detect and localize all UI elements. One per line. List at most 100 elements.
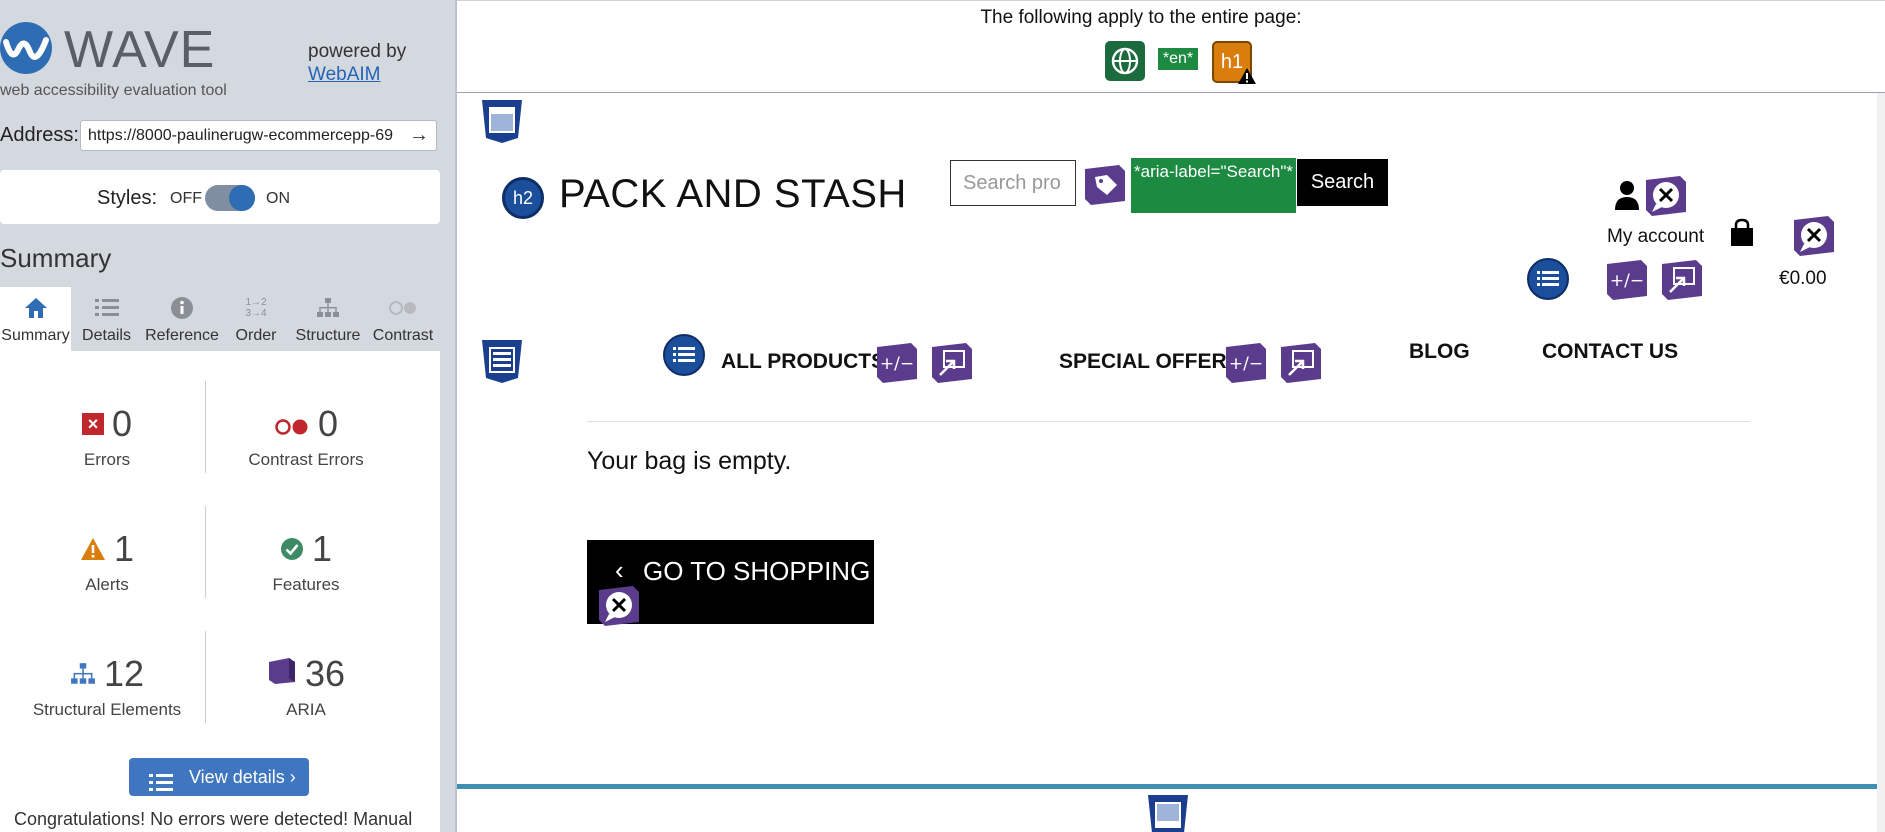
- errors-count: 0: [111, 403, 133, 444]
- congrats-message: Congratulations! No errors were detected…: [14, 809, 413, 829]
- list-landmark-icon[interactable]: [1527, 258, 1569, 300]
- aria-expanded-icon[interactable]: +/−: [875, 341, 919, 385]
- alerts-label: Alerts: [85, 575, 129, 594]
- tab-label: Structure: [295, 327, 361, 344]
- page-preview: The following apply to the entire page: …: [457, 0, 1885, 832]
- search-button[interactable]: Search: [1297, 159, 1388, 206]
- tab-reference[interactable]: Reference: [142, 287, 222, 351]
- structure-icon: [70, 653, 96, 695]
- language-badge[interactable]: *en*: [1158, 48, 1198, 70]
- styles-off-label: OFF: [170, 190, 202, 207]
- aria-icon: [267, 653, 297, 695]
- scrollbar[interactable]: [1877, 93, 1885, 832]
- styles-toggle-card: Styles: OFF ON: [0, 170, 440, 224]
- tab-structure[interactable]: Structure: [290, 287, 366, 351]
- aria-popup-icon[interactable]: [1660, 258, 1704, 302]
- alert-icon: [80, 528, 106, 570]
- h2-badge-icon[interactable]: h2: [502, 177, 544, 219]
- go-to-shopping-button[interactable]: ‹ GO TO SHOPPING: [587, 540, 874, 626]
- feature-check-icon: [280, 528, 304, 570]
- go-to-shopping-label: GO TO SHOPPING: [643, 556, 871, 586]
- view-details-label: View details ›: [189, 767, 296, 787]
- address-input[interactable]: https://8000-paulinerugw-ecommercepp-69: [80, 120, 437, 151]
- chevron-left-icon: ‹: [615, 555, 624, 585]
- nav-blog[interactable]: BLOG: [1409, 340, 1470, 364]
- header-landmark-icon[interactable]: [480, 98, 524, 144]
- svg-text:+/−: +/−: [1229, 354, 1263, 374]
- footer-landmark-icon[interactable]: [1146, 793, 1190, 832]
- structural-count: 12: [103, 653, 145, 694]
- view-details-button[interactable]: View details ›: [129, 758, 309, 796]
- nav-special-offers[interactable]: SPECIAL OFFERS: [1059, 350, 1241, 374]
- page-wide-banner: The following apply to the entire page: …: [457, 0, 1885, 93]
- stat-aria[interactable]: 36 ARIA: [206, 653, 406, 720]
- aria-label-tag-icon[interactable]: [1083, 163, 1127, 207]
- bag-total[interactable]: €0.00: [1779, 268, 1827, 290]
- errors-label: Errors: [83, 450, 131, 469]
- bag-empty-message: Your bag is empty.: [587, 447, 792, 475]
- wave-sidebar: WAVE web accessibility evaluation tool p…: [0, 0, 455, 832]
- toggle-knob: [229, 185, 255, 211]
- wave-tabs: Summary Details Reference 1→23→4 Order: [0, 287, 440, 351]
- summary-heading: Summary: [0, 243, 112, 273]
- aria-popup-icon[interactable]: [930, 341, 974, 385]
- footer-top-border: [457, 784, 1877, 789]
- styles-toggle[interactable]: [205, 185, 255, 211]
- summary-panel: × 0 Errors 0 Contrast Errors 1 Alerts 1 …: [0, 351, 440, 832]
- address-label: Address:: [0, 124, 79, 146]
- contrast-label: Contrast Errors: [248, 450, 364, 469]
- contrast-error-icon: [274, 403, 310, 445]
- structural-label: Structural Elements: [32, 700, 182, 719]
- aria-expanded-icon[interactable]: +/−: [1605, 258, 1649, 302]
- aria-label-annotation: *aria-label="Search"*: [1131, 158, 1296, 213]
- list-landmark-icon[interactable]: [663, 334, 705, 376]
- powered-by: powered by WebAIM: [308, 40, 406, 86]
- aria-hidden-icon[interactable]: [1792, 214, 1836, 258]
- powered-by-text: powered by: [308, 41, 407, 62]
- globe-icon[interactable]: [1105, 41, 1145, 81]
- tab-label: Reference: [145, 327, 219, 344]
- aria-count: 36: [304, 653, 346, 694]
- navigation-landmark-icon[interactable]: [480, 338, 524, 384]
- svg-text:+/−: +/−: [880, 354, 914, 374]
- tab-label: Details: [82, 327, 131, 344]
- order-icon: 1→2 3→4: [245, 297, 267, 319]
- shopping-bag-icon[interactable]: [1729, 218, 1755, 253]
- stat-contrast-errors[interactable]: 0 Contrast Errors: [206, 403, 406, 470]
- site-brand[interactable]: PACK AND STASH: [559, 172, 907, 217]
- stat-features[interactable]: 1 Features: [206, 528, 406, 595]
- nav-all-products[interactable]: ALL PRODUCTS: [721, 350, 885, 374]
- wave-logo-icon: [0, 22, 52, 74]
- tab-label: Summary: [1, 327, 70, 344]
- stat-errors[interactable]: × 0 Errors: [7, 403, 207, 470]
- aria-popup-icon[interactable]: [1279, 341, 1323, 385]
- list-icon: [149, 768, 173, 806]
- alerts-count: 1: [113, 528, 135, 569]
- tab-details[interactable]: Details: [71, 287, 142, 351]
- my-account-link[interactable]: My account: [1607, 226, 1704, 248]
- stat-structural[interactable]: 12 Structural Elements: [7, 653, 207, 720]
- search-input[interactable]: Search pro: [950, 160, 1076, 206]
- tab-summary[interactable]: Summary: [0, 287, 71, 351]
- contrast-icon: [366, 295, 440, 321]
- user-icon[interactable]: [1614, 180, 1640, 215]
- aria-expanded-icon[interactable]: +/−: [1224, 341, 1268, 385]
- aria-hidden-icon[interactable]: [1644, 174, 1688, 218]
- page-wide-title: The following apply to the entire page:: [980, 7, 1302, 28]
- wave-tagline: web accessibility evaluation tool: [0, 82, 227, 99]
- tab-label: Contrast: [372, 327, 434, 344]
- tab-order[interactable]: 1→2 3→4 Order: [222, 287, 290, 351]
- structure-icon: [290, 295, 366, 321]
- tab-label: Order: [235, 327, 277, 344]
- webaim-link[interactable]: WebAIM: [308, 64, 381, 85]
- nav-contact-us[interactable]: CONTACT US: [1542, 340, 1678, 364]
- arrow-right-icon[interactable]: →: [404, 122, 434, 149]
- aria-hidden-icon[interactable]: [597, 584, 641, 628]
- tab-contrast[interactable]: Contrast: [366, 287, 440, 351]
- list-icon: [71, 295, 142, 321]
- divider-line: [587, 421, 1750, 422]
- warning-icon: [1237, 67, 1257, 90]
- styles-label: Styles:: [97, 187, 158, 209]
- stat-alerts[interactable]: 1 Alerts: [7, 528, 207, 595]
- error-icon: ×: [81, 413, 104, 435]
